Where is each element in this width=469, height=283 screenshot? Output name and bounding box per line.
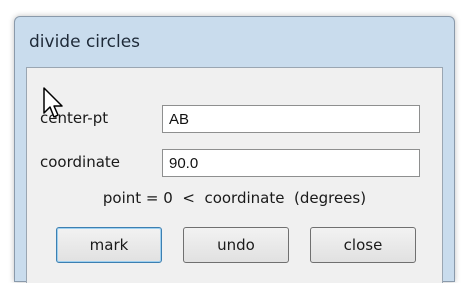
title-bar[interactable]: divide circles: [15, 17, 454, 61]
dialog-window: divide circles center-pt coordinate poin…: [14, 16, 455, 283]
center-pt-input[interactable]: [162, 105, 420, 133]
window-title: divide circles: [29, 32, 141, 52]
mark-button[interactable]: mark: [56, 227, 162, 263]
mouse-pointer-icon: [43, 87, 63, 118]
coordinate-info-text: point = 0 < coordinate (degrees): [102, 189, 367, 207]
coordinate-label: coordinate: [40, 153, 121, 171]
coordinate-input[interactable]: [162, 149, 420, 177]
dialog-body: center-pt coordinate point = 0 < coordin…: [26, 67, 443, 283]
undo-button[interactable]: undo: [183, 227, 289, 263]
close-button[interactable]: close: [310, 227, 416, 263]
